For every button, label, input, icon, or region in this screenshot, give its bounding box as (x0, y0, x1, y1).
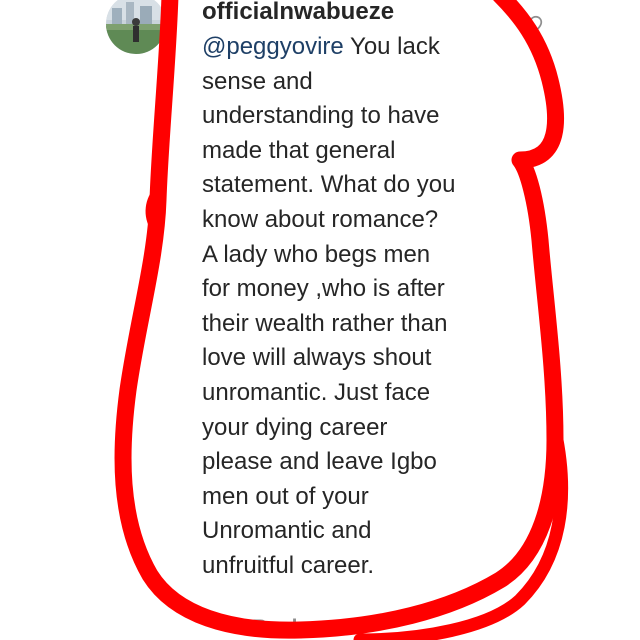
comment-line: unromantic. Just face (202, 378, 431, 406)
comment-line: please and leave Igbo (202, 448, 437, 476)
comment-line: sense and (202, 67, 313, 95)
avatar-photo (106, 0, 166, 54)
avatar[interactable] (106, 0, 166, 54)
comment-line-text: You lack (343, 33, 440, 60)
comment-line: know about romance? (202, 205, 439, 233)
comment-username[interactable]: officialnwabueze (202, 0, 394, 26)
comment-line: their wealth rather than (202, 309, 448, 337)
comment-line: your dying career (202, 413, 388, 441)
comment-line: statement. What do you (202, 171, 456, 199)
comment-line: A lady who begs men (202, 240, 431, 268)
comment-line: made that general (202, 136, 396, 164)
heart-icon[interactable] (518, 13, 544, 39)
comment-line: unfruitful career. (202, 551, 375, 579)
reply-button[interactable]: Reply (252, 616, 309, 640)
comment-text: @peggyovire You lack sense and understan… (202, 30, 502, 584)
comment-line: understanding to have (202, 102, 440, 130)
comment-line: Unromantic and (202, 517, 372, 545)
comment-line: @peggyovire You lack (202, 30, 502, 65)
comment-line: men out of your (202, 482, 369, 510)
mention-link[interactable]: @peggyovire (202, 33, 344, 60)
comment-line: for money ,who is after (202, 275, 445, 303)
comment-line: love will always shout (202, 344, 432, 372)
